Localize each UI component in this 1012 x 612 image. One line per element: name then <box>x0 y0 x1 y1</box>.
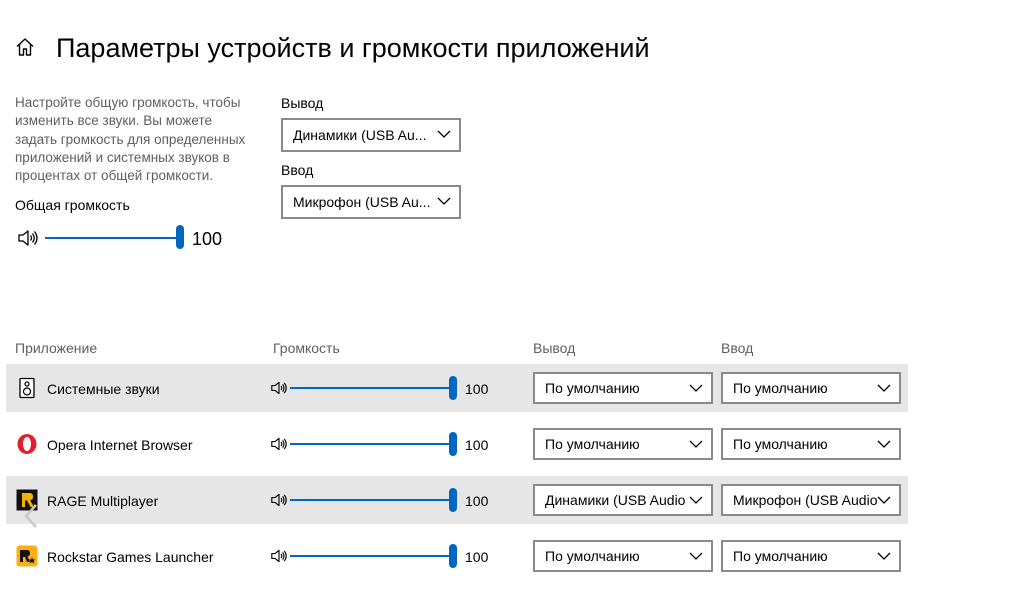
home-icon[interactable] <box>14 36 36 58</box>
app-volume-value: 100 <box>465 493 489 509</box>
app-output-value: По умолчанию <box>545 380 640 396</box>
chevron-down-icon <box>689 496 703 504</box>
app-input-dropdown[interactable]: По умолчанию <box>721 372 901 404</box>
chevron-down-icon <box>437 130 451 138</box>
page-title: Параметры устройств и громкости приложен… <box>56 33 650 63</box>
master-volume-value: 100 <box>192 229 223 249</box>
chevron-down-icon <box>877 496 891 504</box>
column-header-volume: Громкость <box>273 340 340 356</box>
app-volume-slider-track[interactable] <box>290 443 452 445</box>
app-output-value: Динамики (USB Audio <box>545 492 686 508</box>
app-input-dropdown[interactable]: Микрофон (USB Audio <box>721 484 901 516</box>
app-volume-value: 100 <box>465 437 489 453</box>
app-input-value: Микрофон (USB Audio <box>733 492 878 508</box>
app-name: Системные звуки <box>47 381 160 397</box>
app-output-dropdown[interactable]: По умолчанию <box>533 540 713 572</box>
app-volume-value: 100 <box>465 549 489 565</box>
column-header-app: Приложение <box>15 340 98 356</box>
app-output-dropdown[interactable]: По умолчанию <box>533 428 713 460</box>
app-input-value: По умолчанию <box>733 548 828 564</box>
master-volume-description: Настройте общую громкость, чтобы изменит… <box>15 95 246 184</box>
chevron-left-icon[interactable] <box>22 503 40 529</box>
speaker-icon[interactable] <box>270 436 288 452</box>
app-volume-slider-track[interactable] <box>290 387 452 389</box>
opera-icon <box>17 434 37 454</box>
chevron-down-icon <box>689 440 703 448</box>
app-volume-slider-thumb[interactable] <box>449 432 457 456</box>
app-volume-value: 100 <box>465 381 489 397</box>
input-device-dropdown[interactable]: Микрофон (USB Au... <box>281 185 461 219</box>
chevron-down-icon <box>877 552 891 560</box>
master-volume-slider-track[interactable] <box>45 237 180 239</box>
app-volume-slider-thumb[interactable] <box>449 488 457 512</box>
chevron-down-icon <box>877 384 891 392</box>
master-volume-slider-thumb[interactable] <box>176 225 184 249</box>
chevron-down-icon <box>689 384 703 392</box>
app-output-value: По умолчанию <box>545 548 640 564</box>
app-volume-slider-track[interactable] <box>290 499 452 501</box>
app-output-dropdown[interactable]: По умолчанию <box>533 372 713 404</box>
app-output-dropdown[interactable]: Динамики (USB Audio <box>533 484 713 516</box>
app-input-dropdown[interactable]: По умолчанию <box>721 428 901 460</box>
speaker-icon[interactable] <box>270 492 288 508</box>
chevron-down-icon <box>437 197 451 205</box>
app-volume-slider-thumb[interactable] <box>449 376 457 400</box>
app-name: Opera Internet Browser <box>47 437 193 453</box>
system-sounds-icon <box>19 377 35 399</box>
input-device-value: Микрофон (USB Au... <box>293 194 431 210</box>
master-volume-label: Общая громкость <box>15 197 130 213</box>
output-device-dropdown[interactable]: Динамики (USB Au... <box>281 118 461 152</box>
app-name: Rockstar Games Launcher <box>47 549 214 565</box>
column-header-input: Ввод <box>721 340 754 356</box>
output-device-label: Вывод <box>281 95 324 111</box>
speaker-icon[interactable] <box>270 548 288 564</box>
speaker-icon[interactable] <box>270 380 288 396</box>
speaker-icon[interactable] <box>17 228 39 248</box>
app-input-value: По умолчанию <box>733 436 828 452</box>
rockstar-icon <box>16 545 38 567</box>
input-device-label: Ввод <box>281 162 314 178</box>
output-device-value: Динамики (USB Au... <box>293 127 427 143</box>
chevron-down-icon <box>877 440 891 448</box>
column-header-output: Вывод <box>533 340 576 356</box>
app-volume-slider-thumb[interactable] <box>449 544 457 568</box>
app-input-value: По умолчанию <box>733 380 828 396</box>
chevron-down-icon <box>689 552 703 560</box>
app-input-dropdown[interactable]: По умолчанию <box>721 540 901 572</box>
app-output-value: По умолчанию <box>545 436 640 452</box>
app-volume-slider-track[interactable] <box>290 555 452 557</box>
app-name: RAGE Multiplayer <box>47 493 159 509</box>
